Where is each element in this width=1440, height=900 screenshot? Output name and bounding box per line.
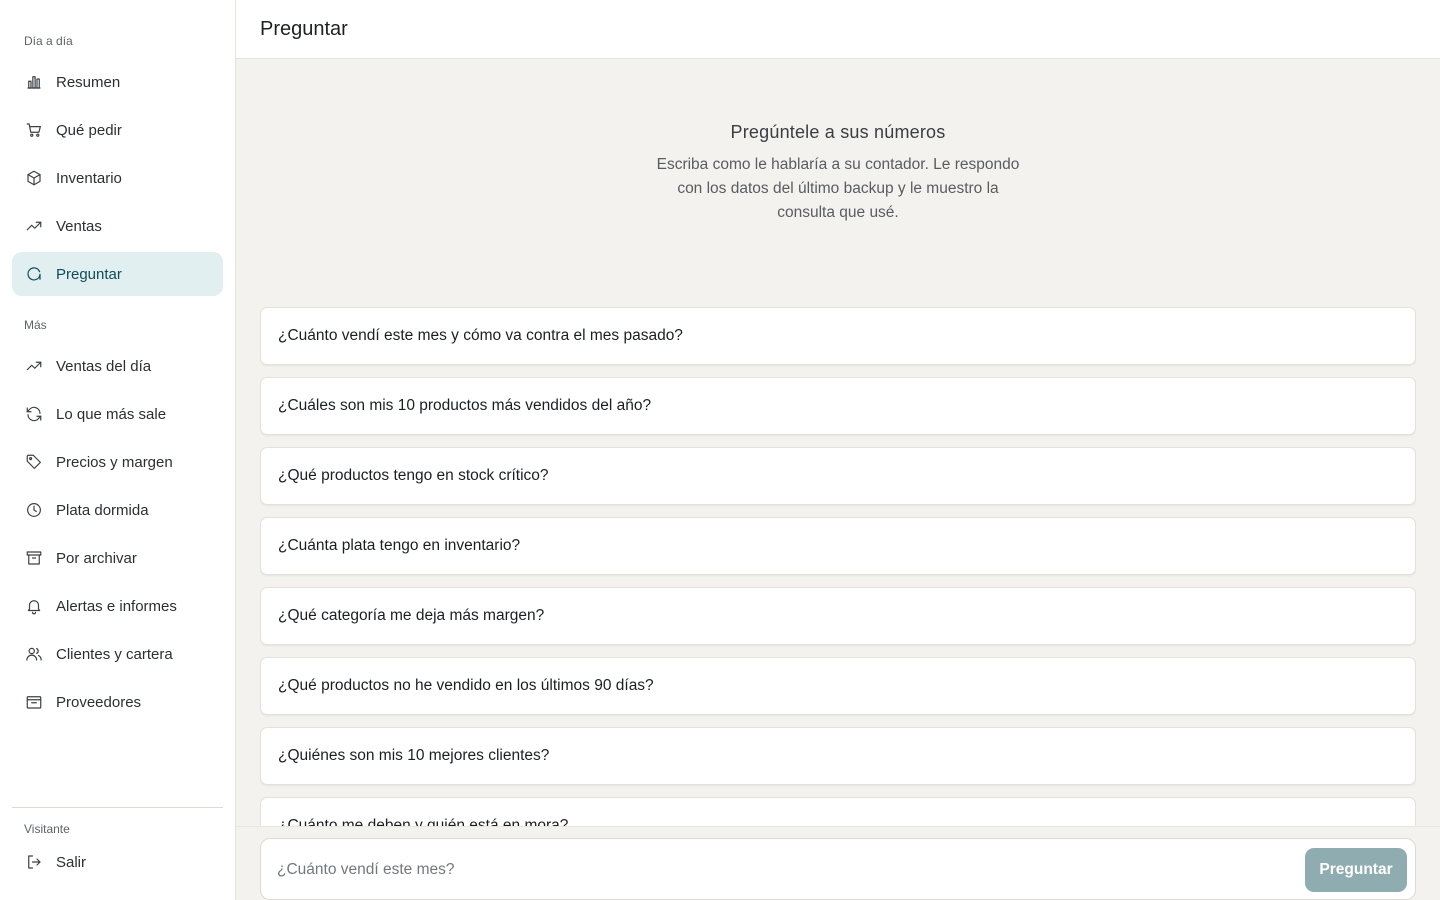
sidebar-item-label: Lo que más sale (56, 405, 167, 423)
logout-label: Salir (56, 853, 87, 871)
sidebar: Día a día Resumen Qué pedir Inventario V… (0, 0, 236, 900)
section-label-more: Más (24, 318, 47, 332)
sidebar-item-proveedores[interactable]: Proveedores (12, 680, 223, 724)
suggested-question[interactable]: ¿Qué productos no he vendido en los últi… (260, 657, 1416, 715)
sidebar-item-preguntar[interactable]: Preguntar (12, 252, 223, 296)
sidebar-item-inventario[interactable]: Inventario (12, 156, 223, 200)
tag-icon (24, 452, 44, 472)
sidebar-item-clientes-y-cartera[interactable]: Clientes y cartera (12, 632, 223, 676)
section-label-daily: Día a día (24, 34, 73, 48)
sidebar-item-precios-y-margen[interactable]: Precios y margen (12, 440, 223, 484)
sidebar-item-label: Alertas e informes (56, 597, 177, 615)
sidebar-divider (12, 807, 223, 808)
cart-icon (24, 120, 44, 140)
sidebar-item-label: Proveedores (56, 693, 142, 711)
suggested-question[interactable]: ¿Quiénes son mis 10 mejores clientes? (260, 727, 1416, 785)
sidebar-item-por-archivar[interactable]: Por archivar (12, 536, 223, 580)
sidebar-item-label: Inventario (56, 169, 122, 187)
refresh-icon (24, 404, 44, 424)
suggested-question[interactable]: ¿Cuánto me deben y quién está en mora? (260, 797, 1416, 827)
sidebar-item-plata-dormida[interactable]: Plata dormida (12, 488, 223, 532)
intro-title: Pregúntele a sus números (730, 122, 946, 142)
question-composer: Preguntar (260, 838, 1416, 900)
bell-icon (24, 596, 44, 616)
sidebar-item-ventas[interactable]: Ventas (12, 204, 223, 248)
sidebar-item-ventas-del-dia[interactable]: Ventas del día (12, 344, 223, 388)
logout-button[interactable]: Salir (12, 840, 223, 884)
sidebar-item-label: Precios y margen (56, 453, 173, 471)
suggested-question[interactable]: ¿Cuáles son mis 10 productos más vendido… (260, 377, 1416, 435)
sidebar-item-label: Plata dormida (56, 501, 149, 519)
suggested-question[interactable]: ¿Cuánto vendí este mes y cómo va contra … (260, 307, 1416, 365)
suggested-question[interactable]: ¿Qué categoría me deja más margen? (260, 587, 1416, 645)
section-label-user: Visitante (24, 822, 70, 836)
chat-circle-icon (24, 264, 44, 284)
intro-description: Escriba como le hablaría a su contador. … (656, 156, 1020, 221)
trend-up-icon (24, 216, 44, 236)
logout-icon (24, 852, 44, 872)
sidebar-item-label: Por archivar (56, 549, 137, 567)
ask-button[interactable]: Preguntar (1305, 848, 1407, 892)
top-bar: Preguntar (236, 0, 1440, 59)
sidebar-item-lo-que-mas-sale[interactable]: Lo que más sale (12, 392, 223, 436)
bar-chart-icon (24, 72, 44, 92)
suggested-question[interactable]: ¿Qué productos tengo en stock crítico? (260, 447, 1416, 505)
sidebar-item-resumen[interactable]: Resumen (12, 60, 223, 104)
sidebar-item-alertas-e-informes[interactable]: Alertas e informes (12, 584, 223, 628)
suggested-questions: ¿Cuánto vendí este mes y cómo va contra … (260, 307, 1416, 827)
page-title: Preguntar (260, 18, 348, 40)
sidebar-item-label: Preguntar (56, 265, 122, 283)
sidebar-item-que-pedir[interactable]: Qué pedir (12, 108, 223, 152)
archive-icon (24, 548, 44, 568)
sidebar-item-label: Qué pedir (56, 121, 122, 139)
suggested-question[interactable]: ¿Cuánta plata tengo en inventario? (260, 517, 1416, 575)
box-icon (24, 168, 44, 188)
supplier-icon (24, 692, 44, 712)
users-icon (24, 644, 44, 664)
sidebar-item-label: Clientes y cartera (56, 645, 173, 663)
intro-section: Pregúntele a sus números Escriba como le… (236, 122, 1440, 225)
sidebar-item-label: Ventas del día (56, 357, 152, 375)
sidebar-item-label: Ventas (56, 217, 102, 235)
question-input[interactable] (277, 855, 1277, 885)
sidebar-item-label: Resumen (56, 73, 121, 91)
clock-icon (24, 500, 44, 520)
trend-up-icon (24, 356, 44, 376)
